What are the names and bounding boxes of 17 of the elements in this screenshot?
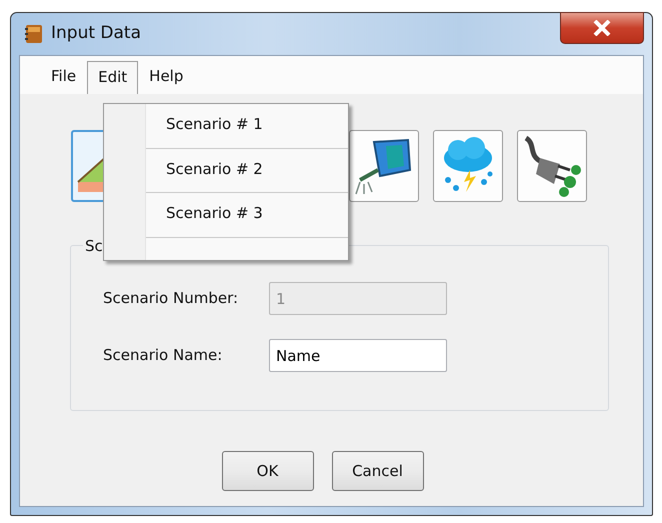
close-button[interactable] [560, 12, 644, 44]
toolbar-button[interactable] [517, 130, 587, 202]
dialog-button[interactable]: OK [222, 451, 314, 491]
dialog-button[interactable]: Cancel [332, 451, 424, 491]
menu-item[interactable]: Help [138, 60, 194, 94]
close-icon [593, 20, 611, 36]
menu-option[interactable]: Scenario # 1 [146, 106, 348, 148]
field-label: Scenario Name: [103, 345, 224, 366]
input-field[interactable]: Name [269, 339, 447, 372]
notebook-icon [23, 23, 45, 45]
window-title: Input Data [51, 22, 142, 46]
menu-item[interactable]: File [40, 60, 88, 94]
toolbar-button[interactable] [349, 130, 419, 202]
field-label: Scenario Number: [103, 288, 240, 310]
menu-option[interactable]: Scenario # 2 [146, 150, 348, 193]
menu-option[interactable]: Scenario # 3 [146, 195, 348, 238]
menu-item[interactable]: Edit [87, 60, 138, 94]
